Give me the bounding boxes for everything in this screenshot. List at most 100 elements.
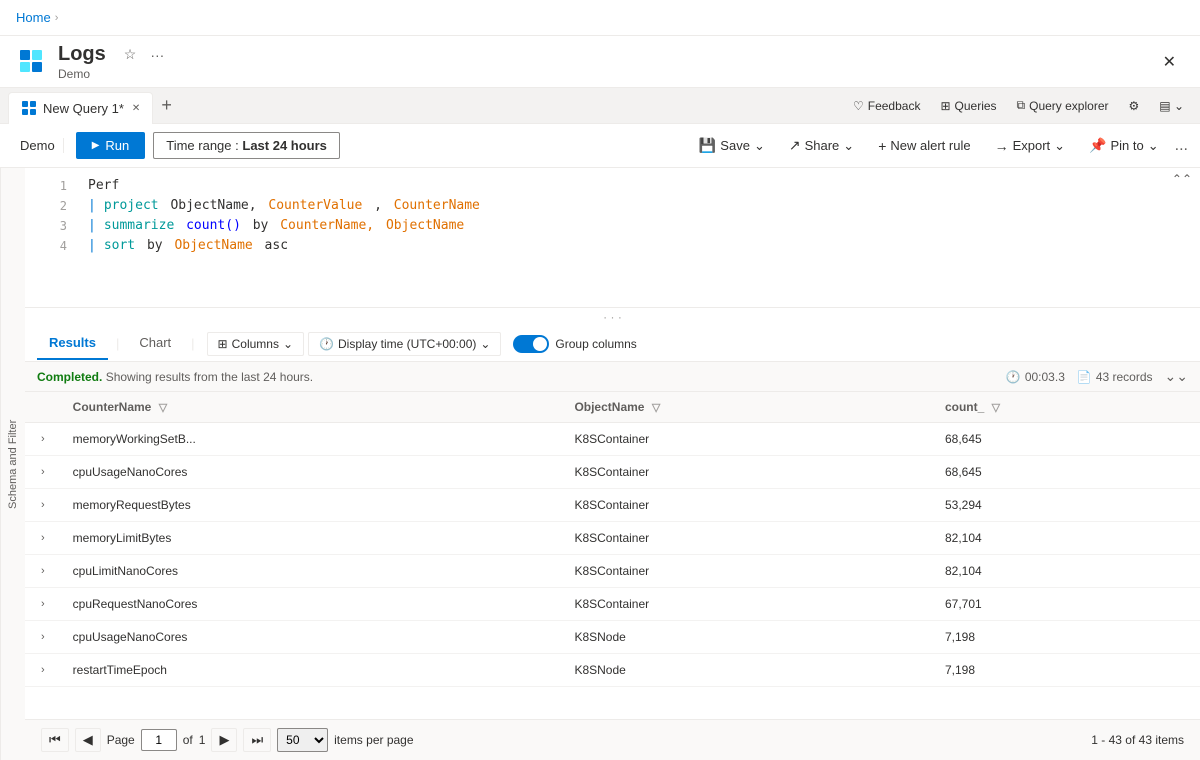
expand-records-button[interactable]: ⌄⌄ <box>1165 368 1188 385</box>
group-columns-label: Group columns <box>555 337 636 351</box>
settings-button[interactable]: ⚙ <box>1121 95 1148 117</box>
row-expand-button[interactable]: › <box>37 497 49 513</box>
status-completed: Completed. <box>37 370 102 384</box>
tab-results[interactable]: Results <box>37 327 108 360</box>
share-button[interactable]: ↗ Share ⌄ <box>781 133 862 158</box>
page-number-input[interactable] <box>141 729 177 751</box>
code-line-2: | project ObjectName, CounterValue , Cou… <box>88 196 1192 216</box>
table-body: › memoryWorkingSetB... K8SContainer 68,6… <box>25 423 1200 687</box>
filter-icon-counter-name[interactable]: ▽ <box>159 402 167 414</box>
cell-count: 7,198 <box>933 654 1200 687</box>
row-expand-button[interactable]: › <box>37 629 49 645</box>
cell-counter-name: restartTimeEpoch <box>61 654 563 687</box>
first-page-button[interactable]: ⏮ <box>41 728 69 752</box>
results-tab-bar: Results | Chart | ⊞ Columns ⌄ 🕐 Display … <box>25 326 1200 362</box>
query-editor: 1234 Perf | project ObjectName, CounterV… <box>25 168 1200 308</box>
tab-chart[interactable]: Chart <box>127 327 183 360</box>
display-time-label: Display time (UTC+00:00) <box>338 337 476 351</box>
group-columns-toggle[interactable] <box>513 335 549 353</box>
col-counter-name-header: CounterName ▽ <box>61 392 563 423</box>
of-label: of <box>183 733 193 747</box>
pagination-summary: 1 - 43 of 43 items <box>1091 733 1184 747</box>
items-per-page-label: items per page <box>334 733 413 747</box>
record-count-display: 📄 43 records <box>1077 370 1153 384</box>
status-text: Completed. Showing results from the last… <box>37 370 313 384</box>
query-explorer-button[interactable]: ⧉ Query explorer <box>1009 94 1117 117</box>
table-row: › cpuUsageNanoCores K8SContainer 68,645 <box>25 456 1200 489</box>
home-link[interactable]: Home <box>16 10 51 25</box>
save-button[interactable]: 💾 Save ⌄ <box>691 133 773 158</box>
columns-button[interactable]: ⊞ Columns ⌄ <box>207 332 304 356</box>
prev-page-button[interactable]: ◀ <box>75 728 101 752</box>
time-elapsed-display: 🕐 00:03.3 <box>1006 370 1065 384</box>
code-token: ObjectName <box>167 236 253 256</box>
new-tab-button[interactable]: + <box>153 95 180 116</box>
per-page-select[interactable]: 10 25 50 100 <box>277 728 328 752</box>
table-row: › memoryLimitBytes K8SContainer 82,104 <box>25 522 1200 555</box>
page-label: Page <box>107 733 135 747</box>
columns-chevron-icon: ⌄ <box>283 337 293 351</box>
pipe-char: | <box>88 216 96 236</box>
status-detail: Showing results from the last 24 hours. <box>106 370 313 384</box>
code-editor[interactable]: Perf | project ObjectName, CounterValue … <box>80 176 1200 256</box>
row-expand-button[interactable]: › <box>37 563 49 579</box>
toggle-knob <box>533 337 547 351</box>
tab-bar-right: ♡ Feedback ⊞ Queries ⧉ Query explorer ⚙ … <box>845 94 1192 117</box>
queries-button[interactable]: ⊞ Queries <box>932 95 1004 117</box>
export-button[interactable]: → Export ⌄ <box>987 134 1073 158</box>
more-options-button[interactable]: ··· <box>146 43 168 67</box>
new-alert-button[interactable]: + New alert rule <box>870 134 978 158</box>
table-row: › memoryRequestBytes K8SContainer 53,294 <box>25 489 1200 522</box>
filter-icon-object-name[interactable]: ▽ <box>652 402 660 414</box>
clock-icon-2: 🕐 <box>1006 370 1021 384</box>
pin-to-button[interactable]: 📌 Pin to ⌄ <box>1081 133 1167 158</box>
more-actions-button[interactable]: ... <box>1175 137 1188 155</box>
bell-icon: + <box>878 138 886 154</box>
code-token: Perf <box>88 176 119 196</box>
query-explorer-label: Query explorer <box>1029 99 1108 113</box>
record-count-value: 43 records <box>1096 370 1153 384</box>
next-page-button[interactable]: ▶ <box>211 728 237 752</box>
main-content: Schema and Filter 1234 Perf | project Ob… <box>0 168 1200 760</box>
total-pages: 1 <box>199 733 206 747</box>
app-logo <box>16 46 48 78</box>
row-expand-button[interactable]: › <box>37 530 49 546</box>
last-page-button[interactable]: ⏭ <box>243 728 271 752</box>
layout-button[interactable]: ▤ ⌄ <box>1151 95 1192 117</box>
filter-icon-count[interactable]: ▽ <box>992 402 1000 414</box>
row-expand-button[interactable]: › <box>37 464 49 480</box>
run-button[interactable]: ▶ Run <box>76 132 146 159</box>
cell-count: 53,294 <box>933 489 1200 522</box>
code-token: CounterName, <box>272 216 374 236</box>
display-time-button[interactable]: 🕐 Display time (UTC+00:00) ⌄ <box>308 332 501 356</box>
table-header-row: CounterName ▽ ObjectName ▽ count_ ▽ <box>25 392 1200 423</box>
cell-object-name: K8SNode <box>562 654 933 687</box>
save-label: Save <box>720 138 750 153</box>
tab-new-query-1[interactable]: New Query 1* ✕ <box>8 92 153 124</box>
tab-close-icon[interactable]: ✕ <box>132 103 140 114</box>
favorite-button[interactable]: ☆ <box>120 42 141 67</box>
editor-results-pane: 1234 Perf | project ObjectName, CounterV… <box>25 168 1200 760</box>
cell-count: 7,198 <box>933 621 1200 654</box>
collapse-editor-button[interactable]: ⌃⌃ <box>1172 172 1192 186</box>
row-expand-button[interactable]: › <box>37 596 49 612</box>
time-range-button[interactable]: Time range : Last 24 hours <box>153 132 340 159</box>
feedback-icon: ♡ <box>853 99 864 113</box>
feedback-label: Feedback <box>868 99 921 113</box>
cell-object-name: K8SContainer <box>562 456 933 489</box>
code-line-4: | sort by ObjectName asc <box>88 236 1192 256</box>
columns-label: Columns <box>232 337 279 351</box>
page-navigation: ⏮ ◀ Page of 1 ▶ ⏭ 10 25 50 100 items per… <box>41 728 414 752</box>
row-expand-button[interactable]: › <box>37 431 49 447</box>
code-token: by <box>245 216 268 236</box>
layout-icon: ▤ ⌄ <box>1159 99 1184 113</box>
row-expand-button[interactable]: › <box>37 662 49 678</box>
display-time-chevron-icon: ⌄ <box>480 337 490 351</box>
tab-bar: New Query 1* ✕ + ♡ Feedback ⊞ Queries ⧉ … <box>0 88 1200 124</box>
feedback-button[interactable]: ♡ Feedback <box>845 95 928 117</box>
resize-handle[interactable]: · · · <box>25 308 1200 326</box>
schema-filter-panel[interactable]: Schema and Filter <box>0 168 25 760</box>
group-columns-control: Group columns <box>513 335 636 353</box>
code-keyword: summarize <box>104 216 174 236</box>
close-button[interactable]: ✕ <box>1155 48 1184 76</box>
